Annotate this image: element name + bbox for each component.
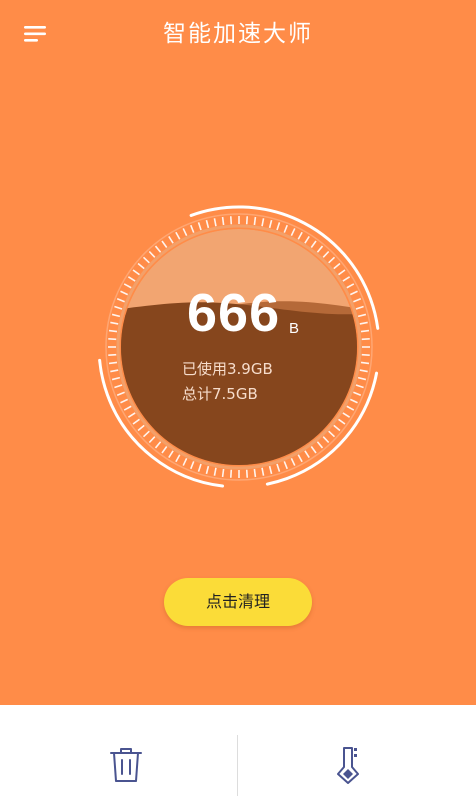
tab-trash[interactable] [0,705,238,796]
memory-gauge: 666 B 已使用3.9GB 总计7.5GB [92,200,386,494]
trash-icon [110,748,142,782]
main-panel: 智能加速大师 666 B 已使用3.9GB 总计7.5GB 点击清理 [0,0,476,705]
clean-button[interactable]: 点击清理 [164,578,312,626]
liquid-level [121,302,357,465]
thermometer-icon [337,747,359,784]
page-title: 智能加速大师 [163,21,313,47]
bottom-tab-bar [0,705,476,796]
tab-temperature[interactable] [238,705,476,796]
